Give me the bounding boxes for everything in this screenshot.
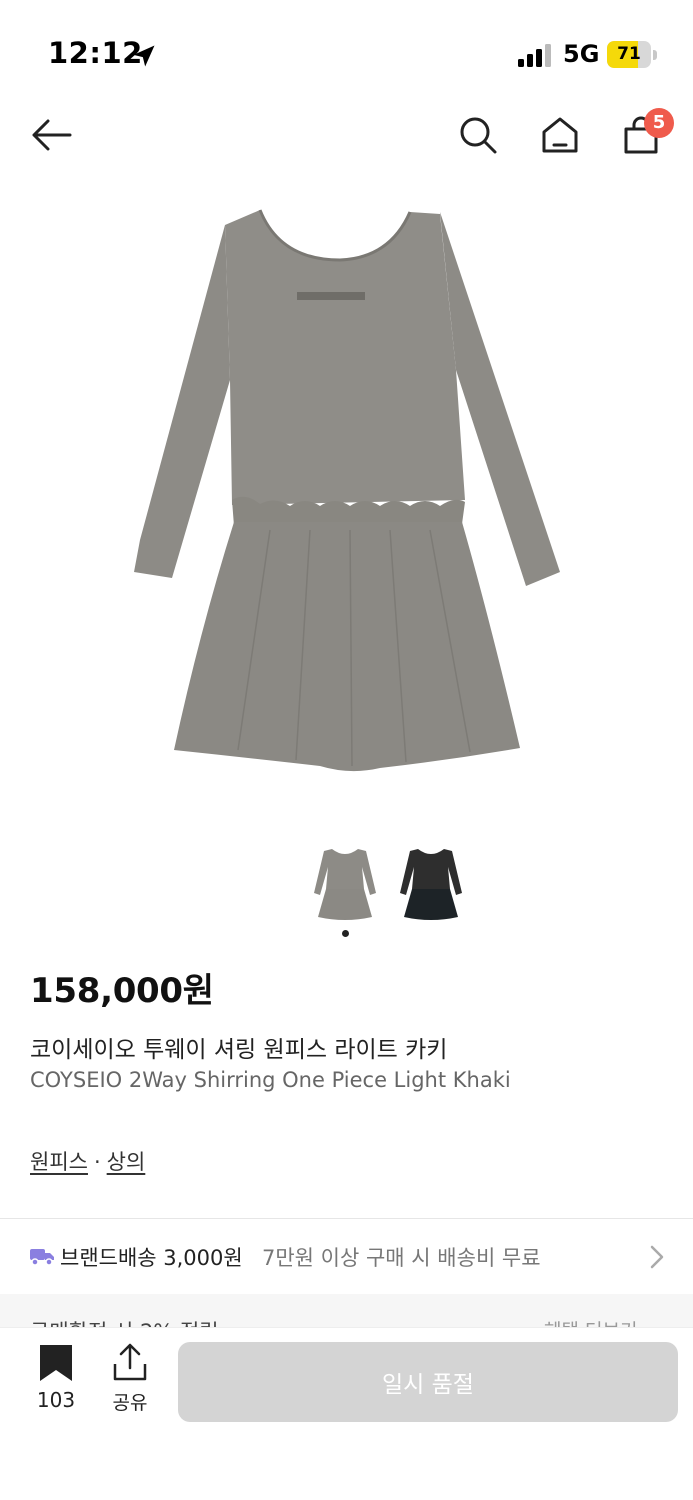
benefit-row-partial: 구매확정 시 2% 적립 혜택 더보기 (0, 1294, 693, 1328)
section-divider (0, 1218, 693, 1219)
bottom-action-bar: 103 공유 일시 품절 (0, 1328, 693, 1500)
soldout-button[interactable]: 일시 품절 (178, 1342, 678, 1422)
more-benefits-link[interactable]: 혜택 더보기 (544, 1316, 637, 1328)
cart-count-badge: 5 (644, 108, 674, 138)
chevron-right-icon (650, 1245, 664, 1269)
shipping-label: 브랜드배송 3,000원 (60, 1246, 243, 1270)
status-time: 12:12 (48, 36, 143, 70)
product-title-korean: 코이세이오 투웨이 셔링 원피스 라이트 카키 (30, 1037, 448, 1063)
thumbnail-list (310, 845, 480, 925)
bookmark-icon (40, 1345, 72, 1381)
bookmark-button[interactable]: 103 (30, 1342, 82, 1412)
black-dress-thumbnail[interactable] (396, 845, 466, 923)
search-button[interactable] (455, 112, 501, 158)
status-bar: 12:12 5G 71 (0, 0, 693, 100)
pagination-dot-active (342, 930, 349, 937)
truck-icon (30, 1249, 54, 1266)
product-price: 158,000원 (30, 971, 214, 1011)
point-reward-text: 구매확정 시 2% 적립 (30, 1316, 219, 1328)
location-arrow-icon (133, 45, 155, 67)
battery-icon: 71 (607, 41, 657, 69)
share-button[interactable]: 공유 (104, 1342, 156, 1414)
back-arrow-icon (32, 119, 72, 151)
network-type: 5G (563, 40, 600, 68)
product-title-english: COYSEIO 2Way Shirring One Piece Light Kh… (30, 1068, 511, 1092)
signal-icon (518, 44, 551, 67)
home-button[interactable] (537, 112, 583, 158)
bookmark-count: 103 (36, 1388, 76, 1412)
top-navigation (0, 100, 693, 170)
category-link-onepiece[interactable]: 원피스 (30, 1150, 88, 1174)
image-pagination (342, 930, 352, 940)
shipping-description: 7만원 이상 구매 시 배송비 무료 (262, 1246, 541, 1270)
battery-level: 71 (617, 44, 641, 64)
dress-image[interactable] (120, 200, 575, 785)
search-icon (460, 117, 497, 154)
category-breadcrumb: 원피스 · 상의 (30, 1146, 145, 1176)
category-separator: · (93, 1150, 101, 1174)
back-button[interactable] (28, 112, 74, 158)
light-khaki-dress-thumbnail[interactable] (310, 845, 380, 923)
home-icon (542, 117, 578, 153)
category-link-top[interactable]: 상의 (107, 1150, 146, 1174)
share-label: 공유 (112, 1392, 148, 1414)
share-icon (113, 1343, 147, 1381)
shipping-info-row[interactable]: 브랜드배송 3,000원 7만원 이상 구매 시 배송비 무료 (0, 1222, 693, 1292)
